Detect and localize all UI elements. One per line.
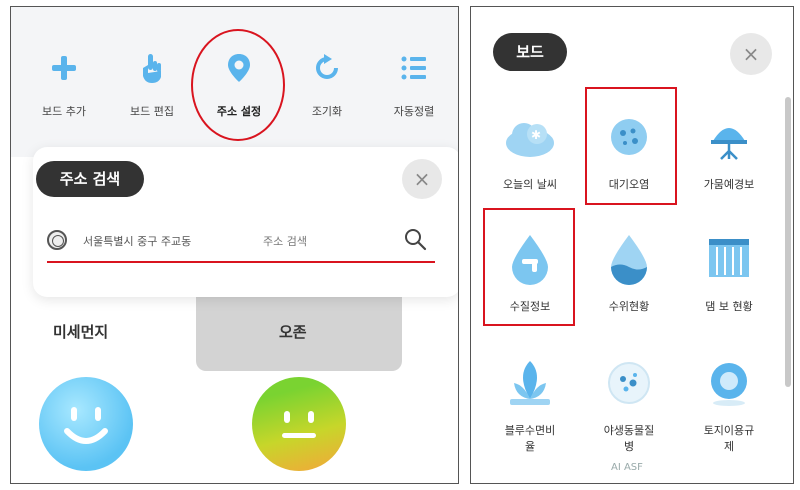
drought-icon: [711, 128, 747, 160]
auto-sort-button[interactable]: 자동정렬: [369, 51, 458, 119]
weather-icon: ✱: [506, 123, 554, 157]
search-icon[interactable]: [403, 227, 427, 251]
water-quality-highlight: [483, 208, 575, 326]
board-item-sleep-ratio[interactable]: 블루수면비 율: [482, 353, 578, 455]
board-panel: 보드 × ✱ 오늘의 날씨 대기오염 가뭄예경보 수질정보 수위현황 댐 보 현…: [470, 6, 794, 484]
reset-label: 조기화: [311, 105, 343, 118]
active-tool-highlight: [191, 29, 285, 141]
board-item-label: 토지이용규 제: [703, 424, 755, 453]
current-address: 서울특별시 중구 주교동: [83, 235, 192, 248]
current-location-icon[interactable]: [47, 230, 67, 250]
water-level-icon: [611, 235, 647, 285]
add-board-button[interactable]: 보드 추가: [19, 51, 109, 119]
board-item-label: 댐 보 현황: [705, 300, 753, 313]
board-item-water-level[interactable]: 수위현황: [581, 229, 677, 315]
board-item-label: 블루수면비 율: [504, 424, 556, 453]
board-item-weather[interactable]: ✱ 오늘의 날씨: [482, 107, 578, 193]
board-title: 보드: [493, 33, 567, 71]
board-item-label: 야생동물질 병: [603, 424, 655, 453]
board-item-wildlife-disease[interactable]: 야생동물질 병: [581, 353, 677, 455]
board-item-label: 오늘의 날씨: [502, 178, 558, 191]
plus-icon: [52, 56, 76, 80]
add-board-label: 보드 추가: [42, 105, 86, 118]
svg-text:✱: ✱: [531, 128, 541, 142]
wildlife-disease-icon: [608, 362, 650, 404]
refresh-icon: [316, 54, 338, 79]
smile-face-icon: [39, 377, 133, 471]
neutral-face-icon: [252, 377, 346, 471]
reset-button[interactable]: 조기화: [282, 51, 372, 119]
address-settings-panel: 보드 추가 보드 편집 주소 설정 조기화 자동정렬 미세먼지 오존 주소 검색…: [10, 6, 459, 484]
ozone-title: 오존: [279, 323, 307, 341]
close-board-button[interactable]: ×: [730, 33, 772, 75]
sleep-ratio-icon: [510, 361, 550, 405]
edit-board-button[interactable]: 보드 편집: [107, 51, 197, 119]
dam-icon: [709, 239, 749, 277]
board-item-land-use[interactable]: 토지이용규 제: [681, 353, 777, 455]
close-search-button[interactable]: ×: [402, 159, 442, 199]
board-item-dam[interactable]: 댐 보 현황: [681, 229, 777, 315]
footer-watermark: AI ASF: [611, 462, 643, 473]
board-item-label: 가뭄예경보: [703, 178, 755, 191]
board-item-drought[interactable]: 가뭄예경보: [681, 107, 777, 193]
list-icon: [401, 56, 426, 80]
land-use-icon: [711, 363, 747, 406]
address-search-title: 주소 검색: [36, 161, 144, 197]
board-toolbar: 보드 추가 보드 편집 주소 설정 조기화 자동정렬: [11, 7, 458, 157]
board-scrollbar[interactable]: [785, 97, 791, 387]
air-pollution-highlight: [585, 87, 677, 205]
edit-board-label: 보드 편집: [130, 105, 174, 118]
address-search-dialog: 주소 검색 × 서울특별시 중구 주교동 주소 검색: [33, 147, 458, 297]
hand-pointer-icon: [143, 54, 161, 83]
address-search-input[interactable]: 주소 검색: [263, 233, 307, 249]
input-underline-highlight: [47, 261, 435, 263]
auto-sort-label: 자동정렬: [393, 105, 435, 118]
board-item-label: 수위현황: [608, 300, 650, 313]
fine-dust-title: 미세먼지: [53, 323, 109, 341]
